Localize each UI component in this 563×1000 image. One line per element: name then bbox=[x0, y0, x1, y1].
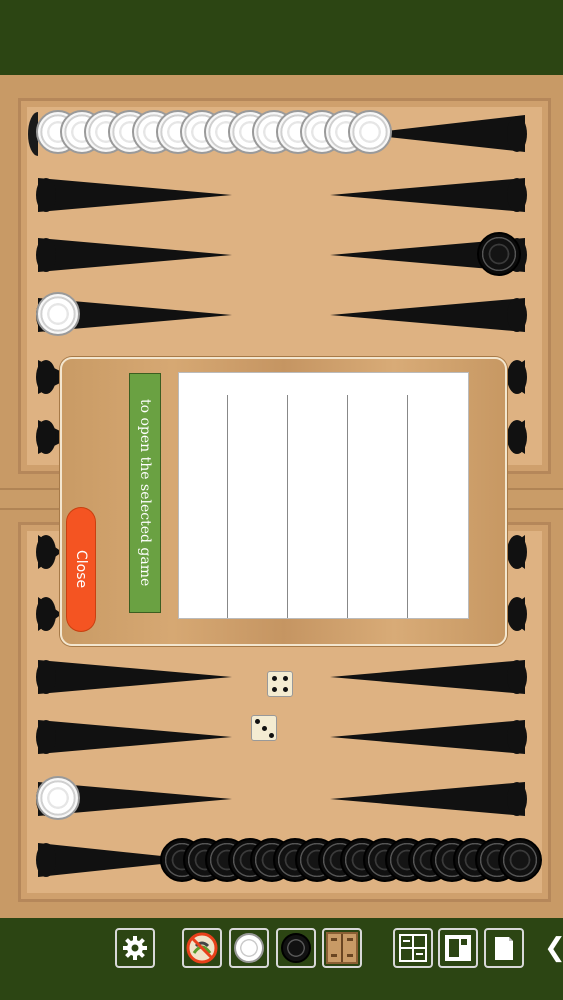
white-checker[interactable] bbox=[36, 292, 80, 336]
save-game-button[interactable] bbox=[438, 928, 478, 968]
open-game-button[interactable] bbox=[484, 928, 524, 968]
sound-toggle-button[interactable] bbox=[182, 928, 222, 968]
point-right-1 bbox=[330, 178, 525, 212]
die-three[interactable] bbox=[251, 715, 277, 741]
white-checker[interactable] bbox=[36, 776, 80, 820]
white-player-button[interactable] bbox=[229, 928, 269, 968]
settings-button[interactable] bbox=[115, 928, 155, 968]
point-left-8 bbox=[38, 660, 232, 694]
black-player-button[interactable] bbox=[276, 928, 316, 968]
point-right-10 bbox=[330, 782, 525, 816]
saved-games-list[interactable] bbox=[178, 372, 469, 619]
point-left-1 bbox=[38, 178, 232, 212]
point-right-3 bbox=[330, 298, 525, 332]
black-checker[interactable] bbox=[497, 838, 542, 882]
die-four[interactable] bbox=[267, 671, 293, 697]
point-right-9 bbox=[330, 720, 525, 754]
white-checker[interactable] bbox=[348, 110, 392, 154]
black-checker-icon bbox=[281, 933, 311, 963]
back-chevron-icon[interactable]: ❮ bbox=[544, 930, 563, 966]
gear-icon bbox=[123, 936, 147, 960]
board-icon bbox=[326, 932, 358, 964]
point-right-8 bbox=[330, 660, 525, 694]
page-icon bbox=[495, 937, 513, 960]
point-left-2 bbox=[38, 238, 232, 272]
open-selected-game-label[interactable]: to open the selected game bbox=[129, 373, 161, 613]
save-icon bbox=[445, 935, 471, 961]
no-sound-icon bbox=[186, 932, 218, 964]
layout-icon bbox=[399, 934, 427, 962]
white-checker-icon bbox=[234, 933, 264, 963]
close-button[interactable]: Close bbox=[67, 508, 95, 631]
black-checker[interactable] bbox=[477, 232, 521, 276]
layout-button[interactable] bbox=[393, 928, 433, 968]
board-style-button[interactable] bbox=[322, 928, 362, 968]
point-left-9 bbox=[38, 720, 232, 754]
